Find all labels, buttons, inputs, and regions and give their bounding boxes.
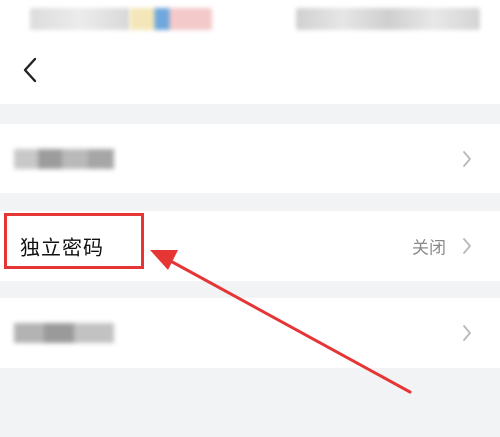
status-bar-left-colors xyxy=(130,8,212,30)
obscured-row-label xyxy=(14,323,114,343)
nav-bar xyxy=(0,40,500,104)
back-button[interactable] xyxy=(12,52,48,88)
status-bar-right-obscured xyxy=(296,8,480,30)
highlight-box xyxy=(4,213,144,269)
settings-row-obscured-2[interactable] xyxy=(0,298,500,368)
chevron-right-icon xyxy=(463,150,471,167)
status-bar-left-obscured xyxy=(30,8,130,30)
chevron-right-icon xyxy=(463,238,471,254)
settings-row-obscured-1[interactable] xyxy=(0,124,500,193)
row-value: 关闭 xyxy=(412,238,446,259)
chevron-right-icon xyxy=(463,325,471,341)
obscured-row-label xyxy=(14,148,114,169)
status-bar xyxy=(0,0,500,40)
chevron-left-icon xyxy=(23,57,37,83)
